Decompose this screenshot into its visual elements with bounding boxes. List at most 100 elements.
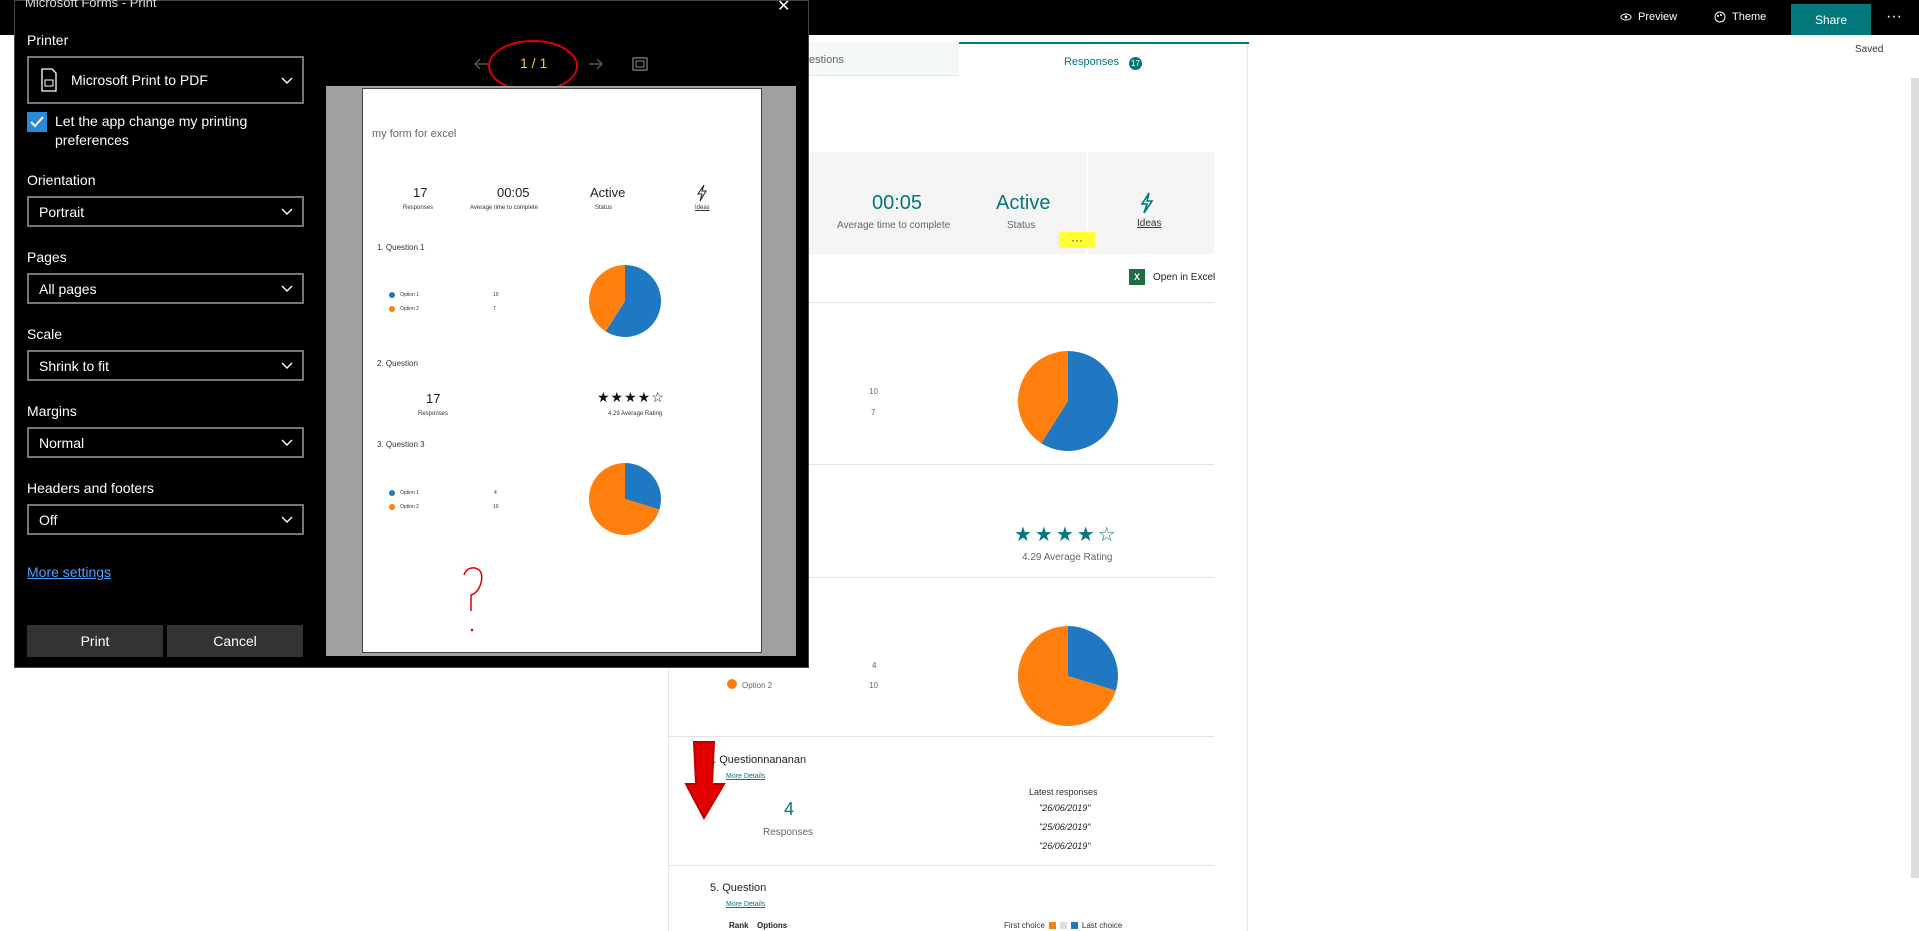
chevron-down-icon — [281, 77, 293, 84]
preview-q3-pie — [589, 463, 661, 535]
printer-label: Printer — [27, 32, 69, 48]
printer-icon — [41, 68, 57, 92]
preview-page: my form for excel 17 Responses 00:05 Ave… — [362, 88, 762, 653]
app-launcher-edge — [0, 0, 14, 35]
pages-select[interactable]: All pages — [27, 273, 304, 304]
next-page-icon[interactable] — [588, 57, 604, 71]
q5-title-text: Question — [722, 882, 767, 894]
margins-value: Normal — [39, 434, 85, 451]
orientation-value: Portrait — [39, 203, 85, 220]
preview-status-label: Status — [595, 205, 613, 211]
more-options-button[interactable]: ··· — [1886, 8, 1902, 26]
legend-swatch-first — [1048, 922, 1056, 929]
preview-form-title: my form for excel — [372, 128, 457, 140]
preview-q3-opt1: Option 1 — [400, 490, 419, 496]
q3-option-2-label: Option 2 — [742, 681, 773, 690]
headers-footers-value: Off — [39, 511, 58, 528]
open-in-excel-label: Open in Excel — [1153, 271, 1216, 283]
preview-q1-val1: 10 — [493, 292, 499, 298]
printer-select[interactable]: Microsoft Print to PDF — [27, 56, 304, 104]
saved-status: Saved — [1855, 44, 1884, 55]
preview-q2-rating: 4.29 Average Rating — [608, 411, 663, 417]
red-arrow-annotation — [684, 741, 726, 820]
divider — [669, 736, 1214, 737]
avg-time-label: Average time to complete — [837, 220, 951, 231]
pages-value: All pages — [39, 280, 97, 297]
q5-options-header: Options — [757, 921, 788, 930]
chevron-down-icon — [281, 439, 293, 446]
scrollbar[interactable] — [1911, 78, 1919, 878]
q4-responses-count: 4 — [784, 799, 795, 819]
legend-swatch-last — [1070, 922, 1078, 929]
more-settings-link[interactable]: More settings — [27, 564, 111, 580]
preview-status: Active — [590, 185, 626, 200]
preview-q3-val1: 4 — [494, 490, 497, 496]
preview-label: Preview — [1638, 11, 1678, 23]
preview-q2-responses: 17 — [426, 391, 441, 406]
preview-q3-dot-1 — [389, 490, 395, 496]
preview-button[interactable]: Preview — [1620, 11, 1677, 23]
headers-footers-select[interactable]: Off — [27, 504, 304, 535]
dialog-title: Microsoft Forms - Print — [25, 0, 157, 10]
preview-q2-stars: ★★★★☆ — [597, 389, 665, 405]
cancel-button[interactable]: Cancel — [167, 625, 303, 657]
q4-latest-1: "26/06/2019" — [1039, 803, 1091, 813]
scale-select[interactable]: Shrink to fit — [27, 350, 304, 381]
q4-title-text: Questionnananan — [719, 754, 807, 766]
avg-time-value: 00:05 — [872, 192, 923, 214]
q5-rank-legend: First choice Last choice — [1004, 921, 1122, 930]
theme-button[interactable]: Theme — [1714, 11, 1766, 23]
eye-icon — [1620, 13, 1632, 21]
q5-title: 5. Question — [710, 882, 766, 894]
q4-latest-label: Latest responses — [1029, 787, 1098, 797]
headers-footers-label: Headers and footers — [27, 480, 154, 496]
ideas-button[interactable] — [1139, 192, 1155, 214]
preview-q3-dot-2 — [389, 504, 395, 510]
orientation-select[interactable]: Portrait — [27, 196, 304, 227]
preview-responses-count: 17 — [413, 185, 428, 200]
preview-q1-dot-1 — [389, 292, 395, 298]
preview-q1-dot-2 — [389, 306, 395, 312]
preview-q2-responses-label: Responses — [418, 411, 449, 417]
q2-average-rating: 4.29 Average Rating — [1022, 552, 1113, 563]
printing-preferences-checkbox[interactable] — [27, 112, 47, 132]
more-actions-highlighted[interactable]: ··· — [1059, 232, 1095, 248]
preview-avg-time: 00:05 — [497, 185, 530, 200]
fit-page-icon[interactable] — [632, 57, 648, 71]
preview-lightning-icon — [697, 184, 707, 202]
preview-q1-title: 1. Question 1 — [377, 243, 425, 252]
share-button[interactable]: Share — [1791, 4, 1871, 35]
status-value: Active — [996, 192, 1051, 214]
preview-q3-val2: 10 — [493, 504, 499, 510]
legend-dot-option-2 — [727, 679, 737, 689]
q2-star-rating: ★★★★☆ — [1014, 524, 1119, 546]
scale-value: Shrink to fit — [39, 357, 110, 374]
tab-responses[interactable]: Responses 17 — [959, 42, 1249, 76]
q5-more-details-link[interactable]: More Details — [726, 901, 765, 908]
responses-count-badge: 17 — [1129, 57, 1142, 70]
open-in-excel-button[interactable]: X Open in Excel — [1129, 269, 1215, 285]
lightning-icon — [1140, 192, 1154, 214]
first-choice-label: First choice — [1004, 921, 1045, 930]
margins-select[interactable]: Normal — [27, 427, 304, 458]
q4-responses-label: Responses — [763, 827, 814, 838]
printer-value: Microsoft Print to PDF — [71, 72, 208, 88]
q4-more-details-link[interactable]: More Details — [726, 773, 765, 780]
q1-count-2: 7 — [871, 408, 876, 417]
excel-icon: X — [1129, 269, 1145, 285]
q3-count-1: 4 — [872, 661, 877, 670]
chevron-down-icon — [281, 362, 293, 369]
divider — [669, 865, 1214, 866]
chevron-down-icon — [281, 516, 293, 523]
red-question-mark-annotation — [463, 567, 483, 632]
close-button[interactable]: ✕ — [777, 0, 790, 16]
preview-q1-opt1: Option 1 — [400, 292, 419, 298]
pages-label: Pages — [27, 249, 67, 265]
q1-pie-chart — [1018, 351, 1118, 451]
preview-q3-opt2: Option 2 — [400, 504, 419, 510]
margins-label: Margins — [27, 403, 77, 419]
preview-ideas-label: Ideas — [695, 205, 710, 211]
print-button[interactable]: Print — [27, 625, 163, 657]
q4-latest-3: "26/06/2019" — [1039, 841, 1091, 851]
q5-number: 5. — [710, 882, 720, 894]
